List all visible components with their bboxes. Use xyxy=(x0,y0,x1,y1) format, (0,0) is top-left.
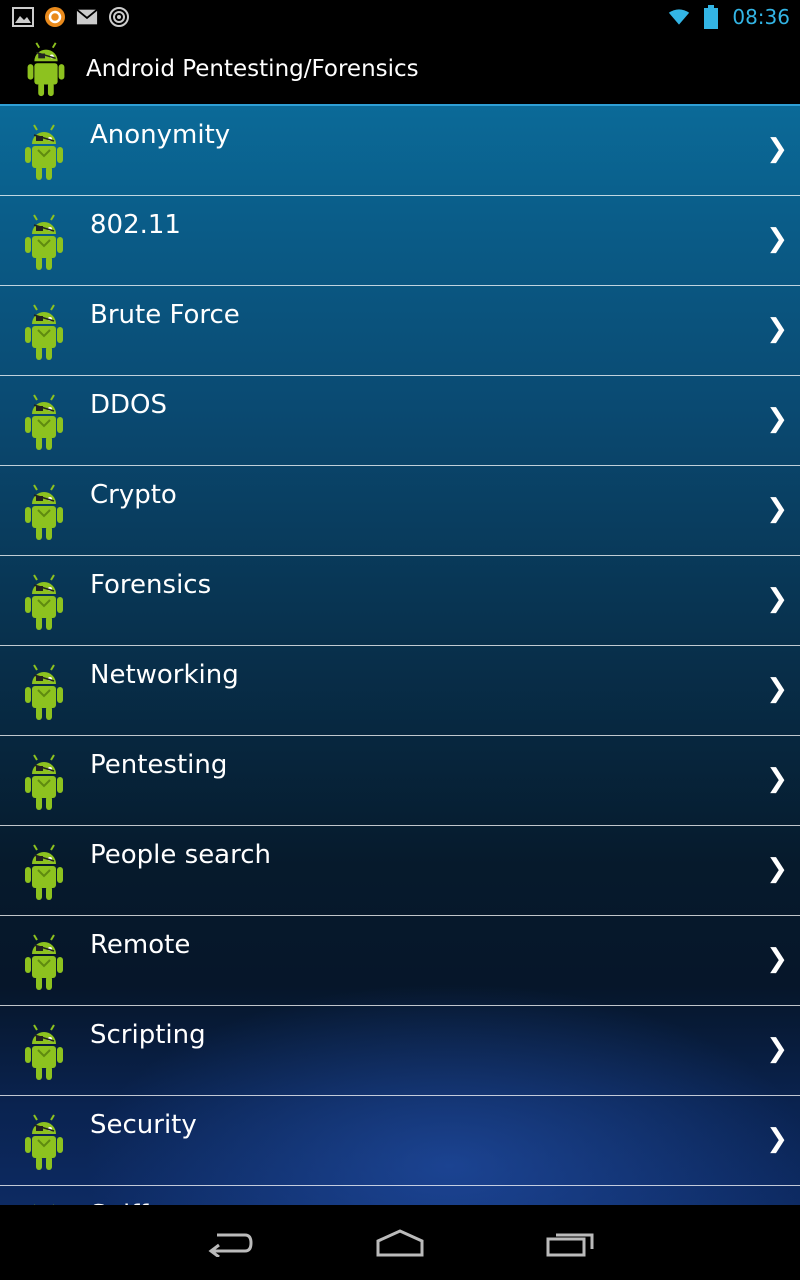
list-item[interactable]: People search ❯ xyxy=(0,826,800,916)
android-pirate-icon xyxy=(22,750,66,814)
app-logo-icon[interactable] xyxy=(24,38,68,100)
mail-icon xyxy=(76,6,98,28)
list-item-label: 802.11 xyxy=(90,210,181,240)
android-pirate-icon xyxy=(22,660,66,724)
chevron-right-icon: ❯ xyxy=(766,224,788,254)
android-pirate-icon xyxy=(22,1020,66,1084)
list-item[interactable]: Networking ❯ xyxy=(0,646,800,736)
list-item[interactable]: Crypto ❯ xyxy=(0,466,800,556)
android-pirate-icon xyxy=(22,1110,66,1174)
chevron-right-icon: ❯ xyxy=(766,944,788,974)
android-pirate-icon xyxy=(22,210,66,274)
action-bar: Android Pentesting/Forensics xyxy=(0,34,800,107)
list-item[interactable]: Remote ❯ xyxy=(0,916,800,1006)
navigation-bar xyxy=(0,1205,800,1280)
home-icon[interactable] xyxy=(370,1225,430,1261)
list-item-label: Anonymity xyxy=(90,120,231,150)
list-item-label: Forensics xyxy=(90,570,212,600)
list-item[interactable]: Scripting ❯ xyxy=(0,1006,800,1096)
list-item-label: DDOS xyxy=(90,390,168,420)
chevron-right-icon: ❯ xyxy=(766,584,788,614)
wifi-icon xyxy=(668,6,690,28)
chevron-right-icon: ❯ xyxy=(766,404,788,434)
list-item-label: Crypto xyxy=(90,480,177,510)
list-item-label: People search xyxy=(90,840,272,870)
android-pirate-icon xyxy=(22,300,66,364)
list-item[interactable]: Anonymity ❯ xyxy=(0,106,800,196)
android-pirate-icon xyxy=(22,840,66,904)
chevron-right-icon: ❯ xyxy=(766,674,788,704)
back-icon[interactable] xyxy=(200,1225,260,1261)
image-icon xyxy=(12,6,34,28)
android-pirate-icon xyxy=(22,480,66,544)
recents-icon[interactable] xyxy=(540,1225,600,1261)
category-list: Anonymity ❯ 802.11 ❯ Brute Force ❯ DDOS ❯ Crypto… xyxy=(0,106,800,1205)
chevron-right-icon: ❯ xyxy=(766,854,788,884)
android-pirate-icon xyxy=(22,120,66,184)
android-pirate-icon xyxy=(22,930,66,994)
list-item[interactable]: Forensics ❯ xyxy=(0,556,800,646)
chevron-right-icon: ❯ xyxy=(766,134,788,164)
chevron-right-icon: ❯ xyxy=(766,1124,788,1154)
list-item[interactable]: DDOS ❯ xyxy=(0,376,800,466)
list-item[interactable]: Security ❯ xyxy=(0,1096,800,1186)
list-item-label: Remote xyxy=(90,930,191,960)
list-item[interactable]: Brute Force ❯ xyxy=(0,286,800,376)
list-item-label: Networking xyxy=(90,660,239,690)
list-item[interactable]: 802.11 ❯ xyxy=(0,196,800,286)
battery-icon xyxy=(700,5,722,29)
list-item-label: Pentesting xyxy=(90,750,228,780)
list-item-label: Scripting xyxy=(90,1020,206,1050)
app-title: Android Pentesting/Forensics xyxy=(86,56,419,82)
target-icon xyxy=(108,6,130,28)
app-circle-icon xyxy=(44,6,66,28)
list-item-label: Brute Force xyxy=(90,300,240,330)
chevron-right-icon: ❯ xyxy=(766,314,788,344)
list-item[interactable]: Pentesting ❯ xyxy=(0,736,800,826)
chevron-right-icon: ❯ xyxy=(766,1034,788,1064)
status-bar: 08:36 xyxy=(0,0,800,34)
android-pirate-icon xyxy=(22,570,66,634)
chevron-right-icon: ❯ xyxy=(766,764,788,794)
chevron-right-icon: ❯ xyxy=(766,494,788,524)
list-item-label: Security xyxy=(90,1110,197,1140)
status-time: 08:36 xyxy=(732,5,790,29)
list-item[interactable]: Sniffers❯ xyxy=(0,1186,800,1205)
android-pirate-icon xyxy=(22,390,66,454)
